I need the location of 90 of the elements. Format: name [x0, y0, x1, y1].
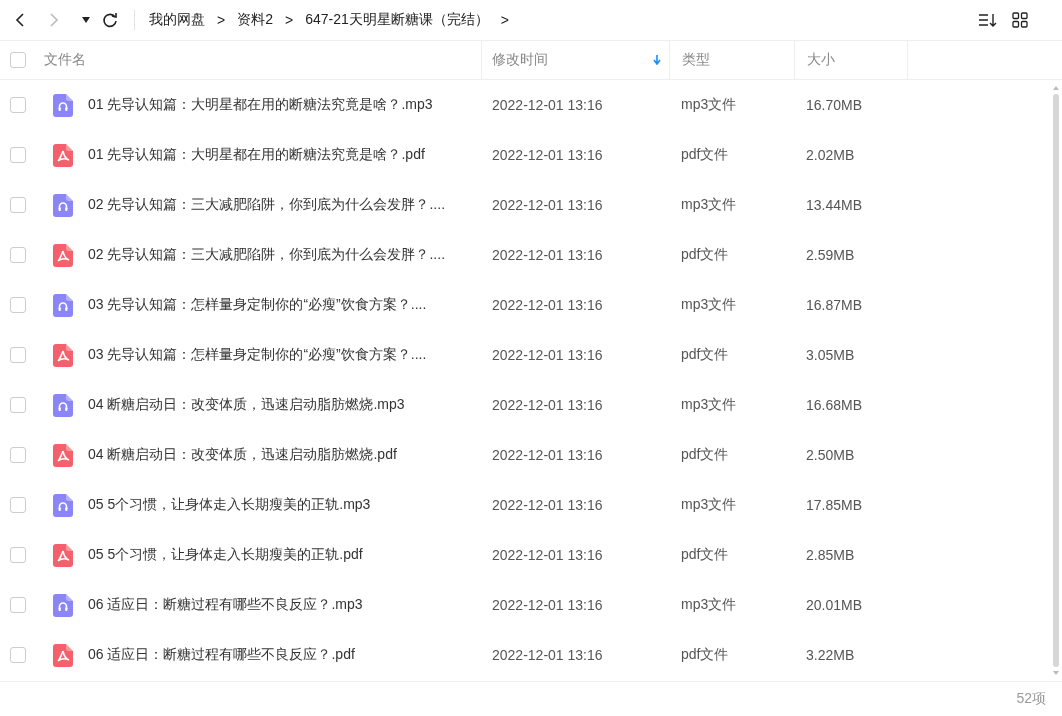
breadcrumb-item[interactable]: 我的网盘	[149, 11, 205, 29]
breadcrumb-separator: >	[285, 12, 294, 28]
modified-time: 2022-12-01 13:16	[492, 147, 603, 163]
file-name[interactable]: 02 先导认知篇：三大减肥陷阱，你到底为什么会发胖？....	[88, 246, 446, 264]
modified-time: 2022-12-01 13:16	[492, 547, 603, 563]
file-type: mp3文件	[681, 396, 737, 414]
file-size: 17.85MB	[806, 497, 863, 513]
modified-time: 2022-12-01 13:16	[492, 197, 603, 213]
file-name[interactable]: 05 5个习惯，让身体走入长期瘦美的正轨.pdf	[88, 546, 363, 564]
row-checkbox[interactable]	[10, 497, 26, 513]
row-checkbox[interactable]	[10, 97, 26, 113]
file-name[interactable]: 06 适应日：断糖过程有哪些不良反应？.pdf	[88, 646, 355, 664]
file-size: 2.59MB	[806, 247, 855, 263]
column-header[interactable]: 大小	[795, 41, 908, 79]
sort-icon[interactable]	[978, 12, 998, 28]
pdf-file-icon	[53, 343, 73, 367]
sort-arrow-icon	[653, 55, 661, 65]
breadcrumb-item[interactable]: 647-21天明星断糖课（完结）	[305, 11, 489, 29]
item-count: 52项	[1016, 690, 1046, 708]
file-type: mp3文件	[681, 596, 737, 614]
file-size: 3.22MB	[806, 647, 855, 663]
audio-file-icon	[53, 593, 73, 617]
pdf-file-icon	[53, 643, 73, 667]
file-size: 2.85MB	[806, 547, 855, 563]
row-checkbox[interactable]	[10, 197, 26, 213]
modified-time: 2022-12-01 13:16	[492, 447, 603, 463]
audio-file-icon	[53, 193, 73, 217]
file-size: 16.87MB	[806, 297, 863, 313]
row-checkbox[interactable]	[10, 297, 26, 313]
column-header[interactable]: 类型	[670, 41, 795, 79]
modified-time: 2022-12-01 13:16	[492, 97, 603, 113]
file-name[interactable]: 05 5个习惯，让身体走入长期瘦美的正轨.mp3	[88, 496, 371, 514]
file-size: 13.44MB	[806, 197, 863, 213]
file-type: pdf文件	[681, 146, 729, 164]
breadcrumb-separator: >	[500, 12, 509, 28]
modified-time: 2022-12-01 13:16	[492, 297, 603, 313]
pdf-file-icon	[53, 443, 73, 467]
file-name[interactable]: 01 先导认知篇：大明星都在用的断糖法究竟是啥？.mp3	[88, 96, 433, 114]
file-name[interactable]: 04 断糖启动日：改变体质，迅速启动脂肪燃烧.mp3	[88, 396, 405, 414]
file-type: pdf文件	[681, 446, 729, 464]
breadcrumb-separator: >	[217, 12, 226, 28]
modified-time: 2022-12-01 13:16	[492, 397, 603, 413]
column-header[interactable]: 修改时间	[482, 41, 670, 79]
file-type: pdf文件	[681, 246, 729, 264]
file-type: mp3文件	[681, 196, 737, 214]
file-type: pdf文件	[681, 546, 729, 564]
file-type: mp3文件	[681, 496, 737, 514]
file-type: mp3文件	[681, 296, 737, 314]
file-size: 2.02MB	[806, 147, 855, 163]
dropdown-caret-icon[interactable]	[82, 17, 90, 23]
file-size: 16.70MB	[806, 97, 863, 113]
audio-file-icon	[53, 493, 73, 517]
audio-file-icon	[53, 93, 73, 117]
file-name[interactable]: 01 先导认知篇：大明星都在用的断糖法究竟是啥？.pdf	[88, 146, 425, 164]
row-checkbox[interactable]	[10, 547, 26, 563]
row-checkbox[interactable]	[10, 397, 26, 413]
file-type: pdf文件	[681, 346, 729, 364]
select-all-checkbox[interactable]	[10, 52, 26, 68]
file-name[interactable]: 02 先导认知篇：三大减肥陷阱，你到底为什么会发胖？....	[88, 196, 446, 214]
pdf-file-icon	[53, 543, 73, 567]
row-checkbox[interactable]	[10, 247, 26, 263]
modified-time: 2022-12-01 13:16	[492, 347, 603, 363]
modified-time: 2022-12-01 13:16	[492, 247, 603, 263]
row-checkbox[interactable]	[10, 447, 26, 463]
pdf-file-icon	[53, 143, 73, 167]
file-size: 16.68MB	[806, 397, 863, 413]
column-header[interactable]: 文件名	[44, 41, 482, 79]
row-checkbox[interactable]	[10, 647, 26, 663]
row-checkbox[interactable]	[10, 147, 26, 163]
file-size: 3.05MB	[806, 347, 855, 363]
row-checkbox[interactable]	[10, 347, 26, 363]
breadcrumb-item[interactable]: 资料2	[237, 11, 273, 29]
grid-view-icon[interactable]	[1012, 12, 1028, 28]
modified-time: 2022-12-01 13:16	[492, 597, 603, 613]
modified-time: 2022-12-01 13:16	[492, 497, 603, 513]
file-name[interactable]: 04 断糖启动日：改变体质，迅速启动脂肪燃烧.pdf	[88, 446, 397, 464]
file-size: 20.01MB	[806, 597, 863, 613]
modified-time: 2022-12-01 13:16	[492, 647, 603, 663]
file-type: mp3文件	[681, 96, 737, 114]
file-type: pdf文件	[681, 646, 729, 664]
pdf-file-icon	[53, 243, 73, 267]
audio-file-icon	[53, 293, 73, 317]
back-icon[interactable]	[14, 12, 26, 28]
file-size: 2.50MB	[806, 447, 855, 463]
row-checkbox[interactable]	[10, 597, 26, 613]
file-name[interactable]: 03 先导认知篇：怎样量身定制你的“必瘦”饮食方案？....	[88, 346, 427, 364]
audio-file-icon	[53, 393, 73, 417]
file-name[interactable]: 06 适应日：断糖过程有哪些不良反应？.mp3	[88, 596, 363, 614]
refresh-icon[interactable]	[102, 12, 118, 28]
file-name[interactable]: 03 先导认知篇：怎样量身定制你的“必瘦”饮食方案？....	[88, 296, 427, 314]
